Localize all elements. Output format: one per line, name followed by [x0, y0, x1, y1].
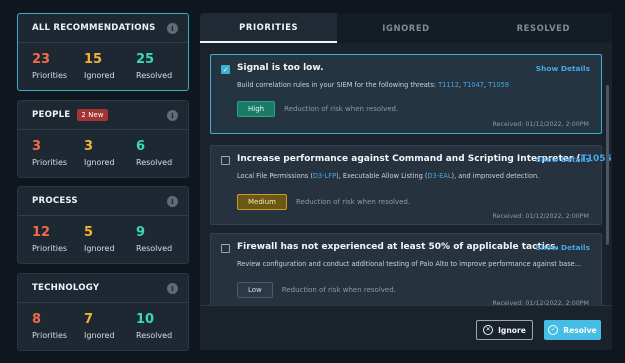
ignored-count: 5 [84, 225, 94, 240]
category-card-process[interactable]: PROCESS i 12 Priorities 5 Ignored 9 Resolve… [17, 186, 189, 264]
recommendation-title: Signal is too low. [237, 63, 324, 73]
card-stats: 12 Priorities 5 Ignored 9 Resolved [18, 216, 188, 254]
severity-description: Reduction of risk when resolved. [284, 105, 399, 113]
info-icon[interactable]: i [167, 195, 178, 207]
card-title: ALL RECOMMENDATIONS [32, 23, 156, 33]
ignored-count: 7 [84, 312, 94, 327]
received-timestamp: Received: 01/12/2022, 2:00PM [492, 121, 589, 128]
category-card-people[interactable]: PEOPLE 2 New i 3 Priorities 3 Ignored 6 Reso… [17, 100, 189, 178]
priorities-count: 12 [32, 225, 51, 240]
severity-badge: High [237, 101, 276, 117]
resolve-button[interactable]: ✓ Resolve [544, 320, 601, 340]
info-icon[interactable]: i [167, 282, 178, 294]
priorities-count: 3 [32, 139, 42, 154]
tab-priorities[interactable]: PRIORITIES [200, 13, 338, 43]
threat-link[interactable]: T1059 [488, 81, 509, 89]
card-title: PEOPLE [32, 110, 71, 120]
severity-row: Low Reduction of risk when resolved. [237, 282, 396, 298]
resolved-label: Resolved [136, 158, 173, 167]
ignored-label: Ignored [84, 244, 115, 253]
ignore-label: Ignore [498, 325, 526, 335]
recommendation-card[interactable]: Increase performance against Command and… [210, 145, 612, 225]
recommendation-list: ✓ Signal is too low. Show Details Build … [200, 43, 612, 313]
resolved-label: Resolved [136, 71, 173, 80]
show-details-link[interactable]: Show Details [536, 155, 590, 164]
ignore-button[interactable]: ✕ Ignore [476, 320, 533, 340]
priorities-label: Priorities [32, 331, 68, 340]
resolved-label: Resolved [136, 244, 173, 253]
threat-link[interactable]: T1047 [463, 81, 484, 89]
defense-link[interactable]: D3-LFP [313, 172, 336, 180]
new-badge: 2 New [77, 109, 108, 121]
category-card-technology[interactable]: TECHNOLOGY i 8 Priorities 7 Ignored 10 Reso… [17, 273, 189, 351]
ignored-count: 3 [84, 139, 94, 154]
priorities-label: Priorities [32, 244, 68, 253]
resolved-count: 6 [136, 139, 146, 154]
recommendation-checkbox[interactable] [221, 244, 230, 253]
resolve-label: Resolve [563, 325, 597, 335]
threat-link[interactable]: T1112 [438, 81, 459, 89]
resolved-count: 9 [136, 225, 146, 240]
tab-resolved[interactable]: RESOLVED [475, 13, 612, 43]
recommendation-card[interactable]: Firewall has not experienced at least 50… [210, 233, 602, 313]
recommendation-title: Firewall has not experienced at least 50… [237, 242, 559, 252]
ignored-label: Ignored [84, 71, 115, 80]
severity-description: Reduction of risk when resolved. [281, 286, 396, 294]
card-stats: 23 Priorities 15 Ignored 25 Resolved [18, 43, 188, 81]
severity-row: Medium Reduction of risk when resolved. [237, 194, 410, 210]
card-title: TECHNOLOGY [32, 283, 100, 293]
card-stats: 3 Priorities 3 Ignored 6 Resolved [18, 130, 188, 168]
card-header: ALL RECOMMENDATIONS i [18, 14, 188, 43]
recommendation-checkbox[interactable]: ✓ [221, 65, 230, 74]
priorities-count: 8 [32, 312, 42, 327]
recommendations-panel: PRIORITIES IGNORED RESOLVED ✓ Signal is … [200, 13, 612, 350]
severity-row: High Reduction of risk when resolved. [237, 101, 398, 117]
resolved-count: 10 [136, 312, 155, 327]
scrollbar[interactable] [606, 85, 609, 245]
recommendation-card[interactable]: ✓ Signal is too low. Show Details Build … [210, 54, 602, 134]
tab-bar: PRIORITIES IGNORED RESOLVED [200, 13, 612, 43]
severity-badge: Medium [237, 194, 287, 210]
priorities-count: 23 [32, 52, 51, 67]
check-circle-icon: ✓ [548, 325, 559, 335]
show-details-link[interactable]: Show Details [536, 243, 590, 252]
show-details-link[interactable]: Show Details [536, 64, 590, 73]
ignored-label: Ignored [84, 331, 115, 340]
recommendation-description: Build correlation rules in your SIEM for… [237, 81, 509, 89]
resolved-count: 25 [136, 52, 155, 67]
info-icon[interactable]: i [167, 109, 178, 121]
priorities-label: Priorities [32, 71, 68, 80]
recommendation-description: Review configuration and conduct additio… [237, 260, 581, 268]
check-icon: ✓ [222, 65, 229, 74]
tab-ignored[interactable]: IGNORED [337, 13, 474, 43]
recommendation-description: Local File Permissions (D3-LFP), Executa… [237, 172, 540, 180]
card-stats: 8 Priorities 7 Ignored 10 Resolved [18, 303, 188, 341]
card-title: PROCESS [32, 196, 78, 206]
resolved-label: Resolved [136, 331, 173, 340]
severity-description: Reduction of risk when resolved. [296, 198, 411, 206]
card-header: PEOPLE 2 New i [18, 101, 188, 130]
ignored-count: 15 [84, 52, 103, 67]
received-timestamp: Received: 01/12/2022, 2:00PM [492, 213, 589, 220]
priorities-label: Priorities [32, 158, 68, 167]
card-header: TECHNOLOGY i [18, 274, 188, 303]
severity-badge: Low [237, 282, 273, 298]
defense-link[interactable]: D3-EAL [427, 172, 451, 180]
info-icon[interactable]: i [167, 22, 178, 34]
card-header: PROCESS i [18, 187, 188, 216]
action-footer: ✕ Ignore ✓ Resolve [200, 305, 612, 350]
recommendation-checkbox[interactable] [221, 156, 230, 165]
ignore-icon: ✕ [483, 325, 494, 335]
ignored-label: Ignored [84, 158, 115, 167]
category-card-all[interactable]: ALL RECOMMENDATIONS i 23 Priorities 15 Ign… [17, 13, 189, 91]
